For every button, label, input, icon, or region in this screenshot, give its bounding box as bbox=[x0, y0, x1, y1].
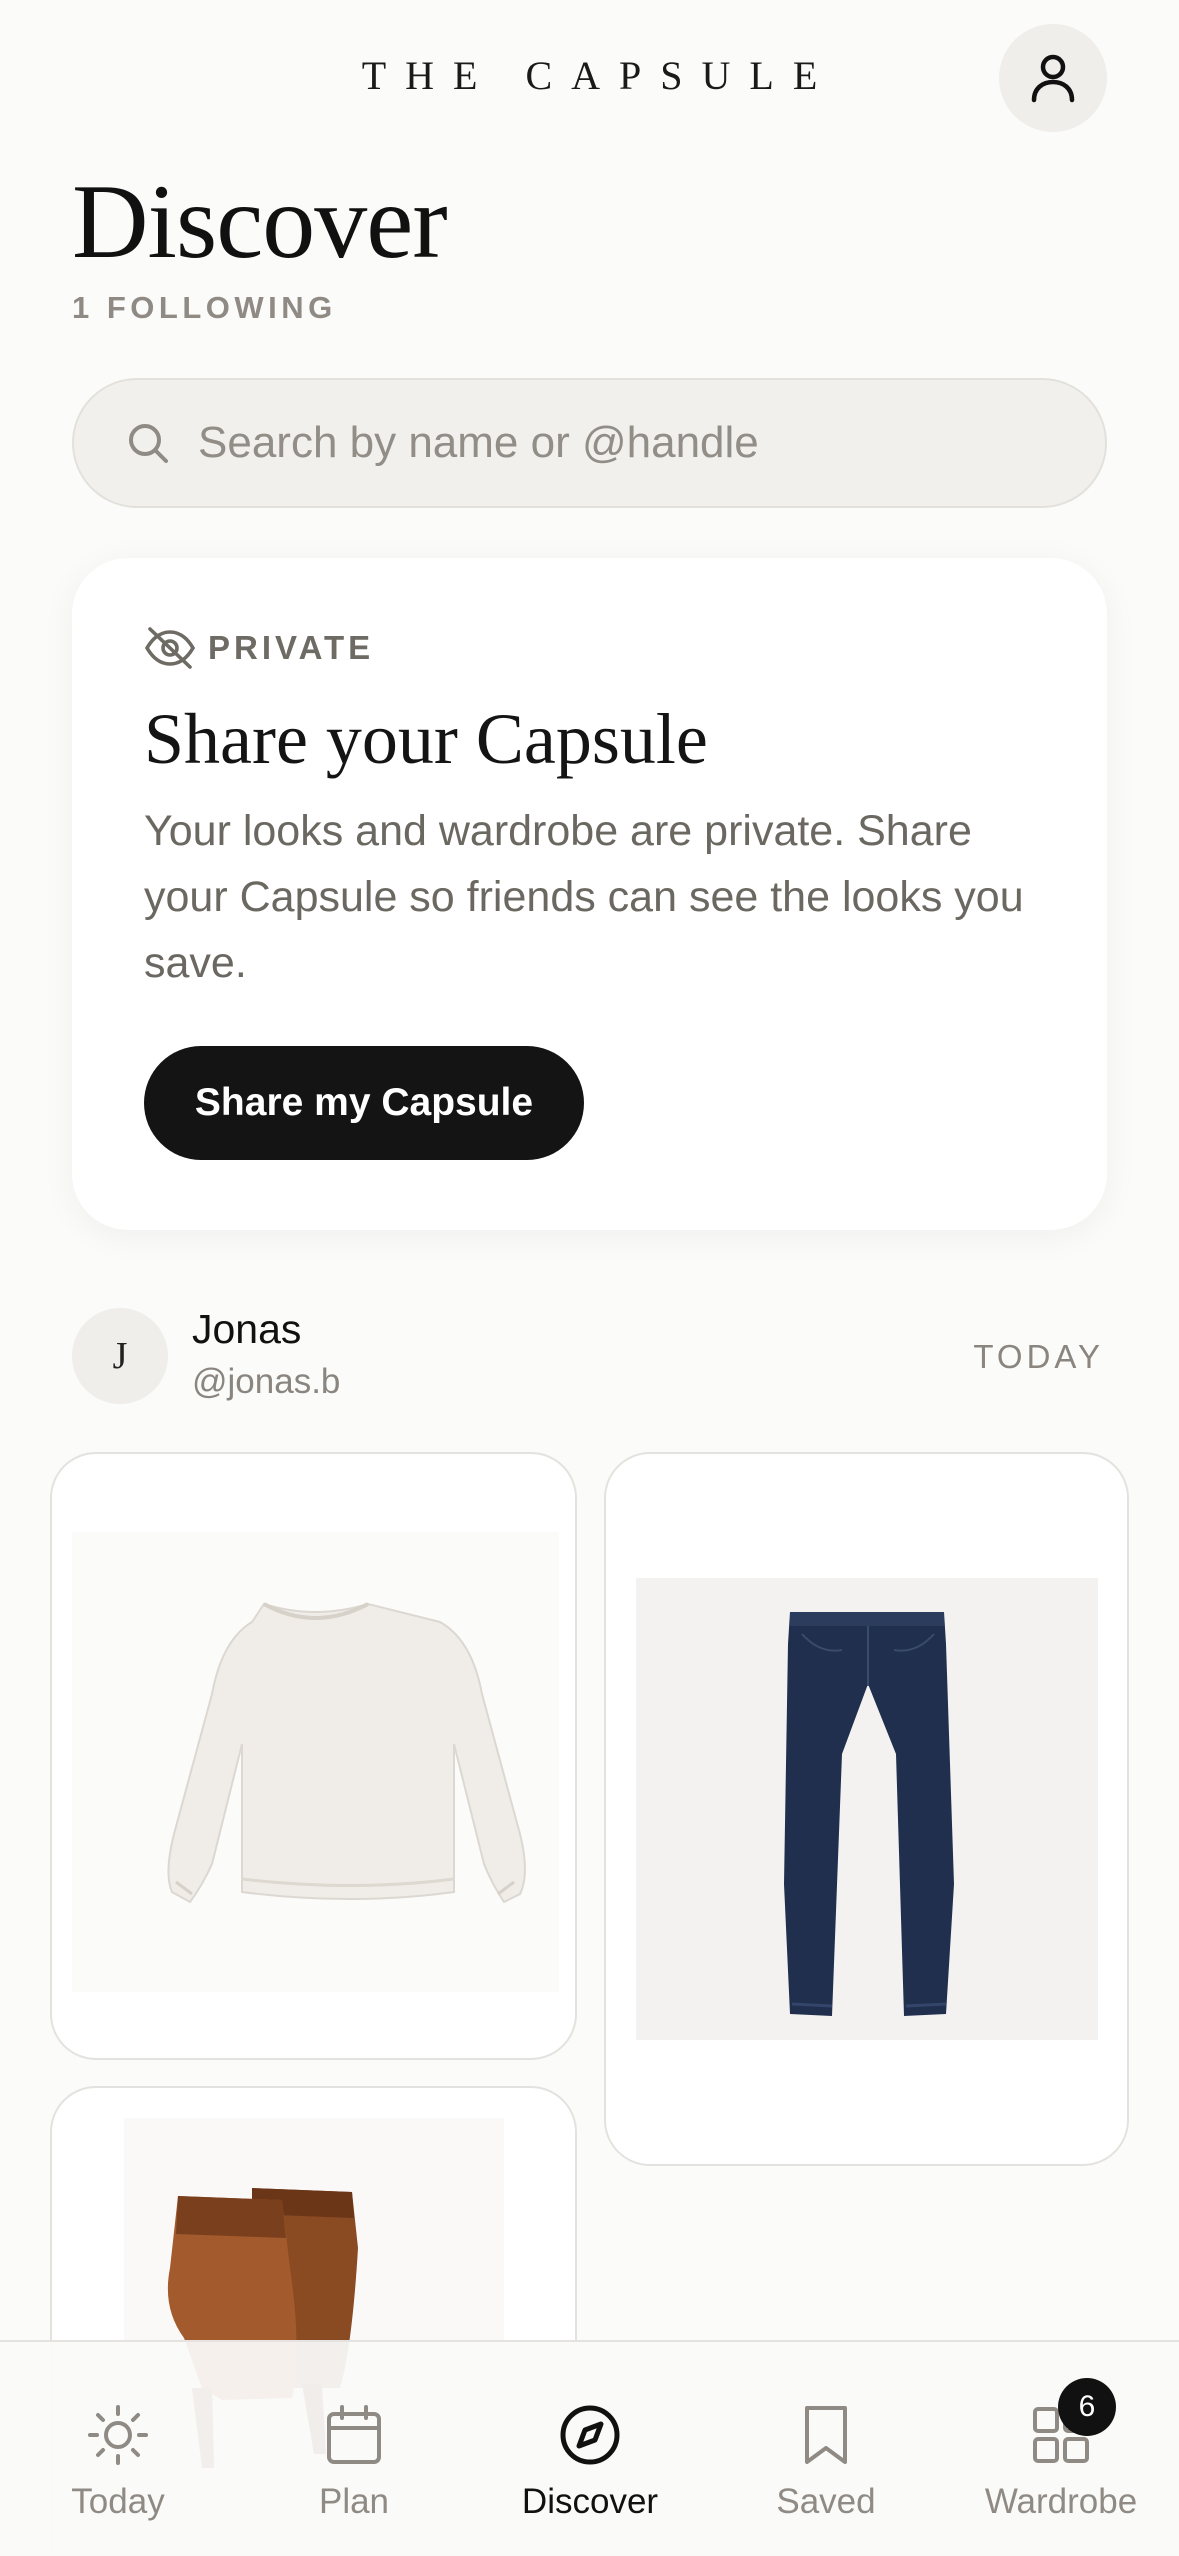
following-count[interactable]: 1 FOLLOWING bbox=[72, 290, 337, 326]
wardrobe-count-badge: 6 bbox=[1058, 2378, 1116, 2436]
tab-label: Saved bbox=[776, 2482, 876, 2521]
sweater-image bbox=[72, 1532, 559, 1992]
tab-label: Today bbox=[71, 2482, 165, 2521]
tab-saved[interactable]: Saved bbox=[708, 2342, 944, 2556]
tab-discover[interactable]: Discover bbox=[472, 2342, 708, 2556]
user-icon bbox=[1031, 54, 1075, 103]
look-item-card[interactable] bbox=[50, 1452, 577, 2060]
search-icon bbox=[129, 424, 168, 463]
tab-label: Wardrobe bbox=[984, 2482, 1138, 2521]
profile-button[interactable] bbox=[999, 24, 1107, 132]
private-label: PRIVATE bbox=[208, 629, 375, 666]
avatar[interactable]: J bbox=[72, 1308, 168, 1404]
share-card-description: Your looks and wardrobe are private. Sha… bbox=[144, 807, 1024, 987]
share-capsule-card: PRIVATE Share your Capsule Your looks an… bbox=[72, 558, 1107, 1230]
share-my-capsule-button[interactable]: Share my Capsule bbox=[144, 1046, 584, 1160]
eye-off-icon bbox=[144, 627, 196, 669]
tab-bar: Today Plan Discover Saved Wardrobe bbox=[0, 2340, 1179, 2556]
tab-label: Plan bbox=[318, 2482, 390, 2521]
jeans-image bbox=[636, 1578, 1098, 2040]
look-item-card[interactable] bbox=[604, 1452, 1129, 2166]
tab-plan[interactable]: Plan bbox=[236, 2342, 472, 2556]
tab-label: Discover bbox=[521, 2482, 659, 2521]
sun-icon bbox=[88, 2405, 148, 2465]
calendar-icon bbox=[327, 2405, 381, 2464]
search-input[interactable] bbox=[198, 418, 1078, 468]
search-bar[interactable] bbox=[72, 378, 1107, 508]
private-badge: PRIVATE bbox=[144, 626, 374, 670]
feed-user-handle: @jonas.b bbox=[192, 1362, 341, 1401]
share-card-title: Share your Capsule bbox=[144, 699, 708, 779]
feed-timestamp: TODAY bbox=[973, 1338, 1104, 1375]
tab-today[interactable]: Today bbox=[0, 2342, 236, 2556]
compass-icon bbox=[560, 2405, 620, 2465]
feed-user-name[interactable]: Jonas bbox=[192, 1306, 301, 1353]
bookmark-icon bbox=[805, 2406, 847, 2464]
tab-wardrobe[interactable]: Wardrobe bbox=[943, 2342, 1179, 2556]
page-title: Discover bbox=[72, 163, 448, 280]
